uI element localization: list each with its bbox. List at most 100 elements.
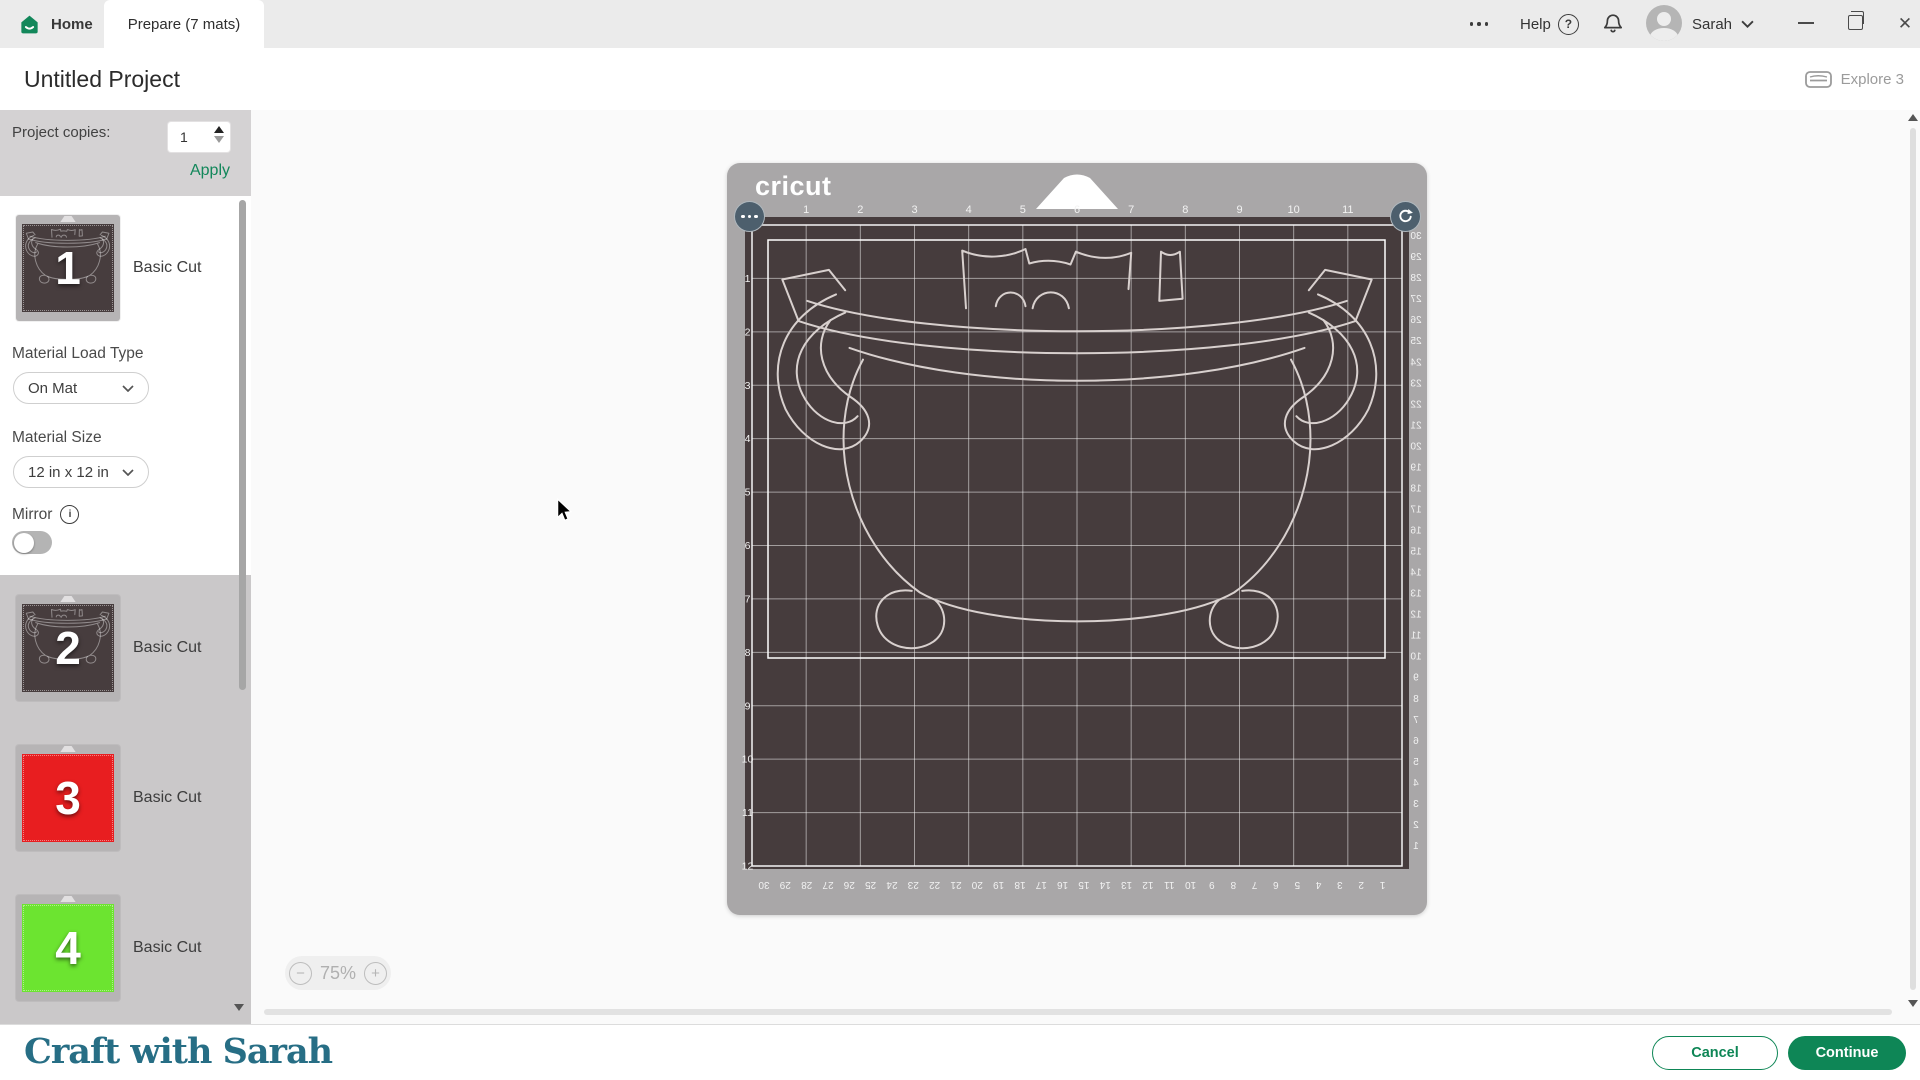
svg-text:10: 10 xyxy=(742,754,754,766)
copies-input[interactable]: 1 xyxy=(168,122,230,152)
zoom-out-icon[interactable]: − xyxy=(289,962,312,985)
mat-list-item-1[interactable]: 1 Basic Cut xyxy=(0,215,251,321)
home-icon xyxy=(18,13,41,36)
tab-prepare[interactable]: Prepare (7 mats) xyxy=(104,0,264,49)
svg-text:10: 10 xyxy=(1410,652,1422,663)
apply-button[interactable]: Apply xyxy=(168,162,230,180)
svg-text:9: 9 xyxy=(1236,204,1242,216)
project-header: Untitled Project Explore 3 xyxy=(0,48,1920,110)
machine-selector[interactable]: Explore 3 xyxy=(1805,48,1904,110)
user-name: Sarah xyxy=(1692,16,1732,33)
notifications-icon[interactable] xyxy=(1601,12,1625,36)
svg-text:11: 11 xyxy=(1164,879,1175,890)
copies-value: 1 xyxy=(180,129,188,145)
info-icon[interactable]: i xyxy=(60,505,79,524)
svg-text:3: 3 xyxy=(911,204,917,216)
svg-text:8: 8 xyxy=(745,647,751,659)
mat-number: 3 xyxy=(22,754,114,842)
selected-mat-panel: 1 Basic Cut Material Load Type On Mat Ma… xyxy=(0,196,251,575)
canvas-hscrollbar-thumb[interactable] xyxy=(264,1009,1892,1015)
material-load-type-select[interactable]: On Mat xyxy=(13,372,149,404)
svg-text:8: 8 xyxy=(1182,204,1188,216)
page-title: Untitled Project xyxy=(24,48,180,110)
svg-text:5: 5 xyxy=(1294,879,1300,890)
svg-text:18: 18 xyxy=(1410,484,1422,495)
window-close-button[interactable]: ✕ xyxy=(1892,11,1918,37)
mat-type-label: Basic Cut xyxy=(133,895,201,1001)
mat-rotate-button[interactable] xyxy=(1390,201,1421,232)
user-menu[interactable]: Sarah xyxy=(1692,0,1754,48)
svg-text:15: 15 xyxy=(1410,547,1422,558)
mat-thumbnail: 1 xyxy=(16,215,120,321)
project-copies-panel: Project copies: 1 Apply xyxy=(0,110,251,196)
canvas-scroll-down-icon[interactable] xyxy=(1908,1000,1918,1007)
svg-text:28: 28 xyxy=(801,879,813,890)
mat-thumbnail: 3 xyxy=(16,745,120,851)
svg-text:9: 9 xyxy=(1413,673,1419,684)
svg-text:18: 18 xyxy=(1014,879,1026,890)
svg-text:6: 6 xyxy=(1413,736,1419,747)
mat-options-button[interactable] xyxy=(734,201,765,232)
svg-text:29: 29 xyxy=(1410,252,1422,263)
home-button[interactable]: Home xyxy=(18,0,93,48)
stepper-down-icon[interactable] xyxy=(214,136,224,143)
svg-text:16: 16 xyxy=(1410,526,1422,537)
mat-list-item-2[interactable]: 2 Basic Cut xyxy=(0,595,251,701)
material-size-select[interactable]: 12 in x 12 in xyxy=(13,456,149,488)
svg-text:10: 10 xyxy=(1288,204,1300,216)
svg-text:24: 24 xyxy=(886,879,898,890)
stepper-up-icon[interactable] xyxy=(214,126,224,133)
svg-text:7: 7 xyxy=(745,593,751,605)
mirror-row: Mirror i xyxy=(12,505,79,524)
svg-text:15: 15 xyxy=(1078,879,1090,890)
svg-text:1: 1 xyxy=(803,204,809,216)
zoom-level: 75% xyxy=(320,963,356,984)
mirror-toggle[interactable] xyxy=(12,531,52,554)
svg-text:9: 9 xyxy=(1209,879,1215,890)
svg-text:3: 3 xyxy=(1413,799,1419,810)
svg-text:14: 14 xyxy=(1099,879,1111,890)
svg-text:5: 5 xyxy=(745,487,751,499)
zoom-control: − 75% + xyxy=(285,956,391,990)
home-label: Home xyxy=(51,16,93,33)
svg-text:21: 21 xyxy=(950,879,962,890)
svg-text:5: 5 xyxy=(1020,204,1026,216)
avatar[interactable] xyxy=(1646,5,1682,41)
sidebar-scroll-down-icon[interactable] xyxy=(234,1004,244,1011)
mat-list-item-3[interactable]: 3 Basic Cut xyxy=(0,745,251,851)
svg-text:8: 8 xyxy=(1230,879,1236,890)
window-restore-button[interactable] xyxy=(1848,15,1863,30)
canvas-vscrollbar-thumb[interactable] xyxy=(1910,128,1916,990)
sidebar-scrollbar-thumb[interactable] xyxy=(239,200,246,690)
zoom-in-icon[interactable]: + xyxy=(364,962,387,985)
svg-text:22: 22 xyxy=(1410,399,1422,410)
ellipsis-icon xyxy=(1470,22,1474,26)
footer-bar: Craft with Sarah Cancel Continue xyxy=(0,1024,1920,1080)
window-minimize-button[interactable] xyxy=(1798,22,1814,24)
svg-text:1: 1 xyxy=(745,273,751,285)
svg-text:25: 25 xyxy=(1410,336,1422,347)
svg-text:17: 17 xyxy=(1410,505,1422,516)
cutting-mat[interactable]: 1234567891011123456789101112302928272625… xyxy=(727,163,1427,915)
continue-button[interactable]: Continue xyxy=(1788,1036,1906,1070)
mat-type-label: Basic Cut xyxy=(133,745,201,851)
overflow-menu-button[interactable] xyxy=(1462,14,1496,34)
svg-text:28: 28 xyxy=(1410,273,1422,284)
svg-text:1: 1 xyxy=(1413,841,1419,852)
canvas-scroll-up-icon[interactable] xyxy=(1908,114,1918,121)
svg-text:23: 23 xyxy=(907,879,919,890)
svg-text:9: 9 xyxy=(745,700,751,712)
svg-text:14: 14 xyxy=(1410,568,1422,579)
mat-list-item-4[interactable]: 4 Basic Cut xyxy=(0,895,251,1001)
svg-text:8: 8 xyxy=(1413,694,1419,705)
help-button[interactable]: Help ? xyxy=(1520,0,1579,48)
rotate-icon xyxy=(1396,207,1415,226)
mat-thumbnail: 2 xyxy=(16,595,120,701)
svg-text:13: 13 xyxy=(1410,589,1422,600)
svg-text:3: 3 xyxy=(1337,879,1343,890)
svg-text:29: 29 xyxy=(779,879,791,890)
title-bar: Home Prepare (7 mats) Help ? Sarah ✕ xyxy=(0,0,1920,49)
svg-text:11: 11 xyxy=(1410,631,1421,642)
cancel-button[interactable]: Cancel xyxy=(1652,1036,1778,1070)
chevron-down-icon xyxy=(122,469,134,476)
